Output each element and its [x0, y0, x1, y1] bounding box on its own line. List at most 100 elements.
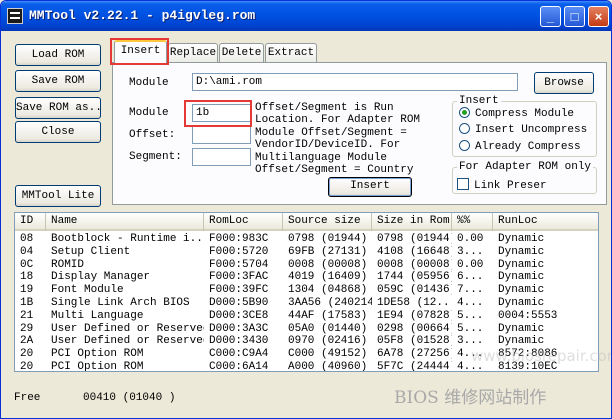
table-cell: Multi Language — [51, 309, 144, 322]
table-cell: 6A78 (27256) — [377, 348, 452, 361]
link-preser-checkbox[interactable]: Link Preser — [457, 178, 547, 192]
table-cell: 1DE58 (12... — [377, 296, 452, 309]
load-rom-button[interactable]: Load ROM — [15, 44, 101, 66]
table-cell: 44AF (17583) — [288, 309, 368, 322]
table-cell: D000:5B90 — [209, 296, 269, 309]
table-cell: C000 (49152) — [288, 348, 368, 361]
table-cell: Dynamic — [498, 296, 545, 309]
table-cell: 5... — [457, 309, 484, 322]
table-cell: 5F7C (24444) — [377, 360, 452, 372]
column-header-runloc[interactable]: RunLoc — [493, 213, 598, 231]
column-header-romloc[interactable]: RomLoc — [204, 213, 283, 231]
mmtool-lite-button[interactable]: MMTool Lite — [15, 185, 101, 207]
column-header-name[interactable]: Name — [46, 213, 204, 231]
table-row[interactable]: 19 Font Module F000:39FC 1304 (04868) 059C (… — [15, 284, 598, 297]
table-row[interactable]: 04 Setup Client F000:5720 69FB (27131) 4108 … — [15, 246, 598, 259]
table-cell: 05A0 (01440) — [288, 322, 368, 335]
table-cell: 1744 (05956) — [377, 271, 452, 284]
module-label: Module — [129, 107, 169, 119]
browse-button[interactable]: Browse — [534, 72, 594, 94]
offset-input[interactable] — [192, 126, 251, 144]
radio-compress-module[interactable]: Compress Module — [459, 107, 574, 121]
maximize-button[interactable]: □ — [564, 6, 585, 27]
table-cell: 0004:5553 — [498, 309, 558, 322]
close-rom-button[interactable]: Close — [15, 121, 101, 143]
table-cell: 0970 (02416) — [288, 335, 368, 348]
table-cell: Dynamic — [498, 258, 545, 271]
table-row[interactable]: 29 User Defined or Reserved D000:3A3C 05A0 … — [15, 323, 598, 336]
table-cell: 0008 (00008) — [377, 258, 452, 271]
radio-icon — [459, 123, 470, 134]
table-cell: 21 — [20, 309, 34, 322]
table-cell: Dynamic — [498, 322, 545, 335]
insert-mode-group-title: Insert — [457, 95, 501, 107]
table-cell: Dynamic — [498, 271, 545, 284]
minimize-button[interactable]: _ — [540, 6, 561, 27]
tab-extract[interactable]: Extract — [265, 43, 317, 63]
column-header-percent[interactable]: %% — [452, 213, 493, 231]
table-row[interactable]: 1B Single Link Arch BIOS D000:5B90 3AA56 (2… — [15, 297, 598, 310]
table-row[interactable]: 21 Multi Language D000:3CE8 44AF (17583) 1E9… — [15, 310, 598, 323]
adapter-rom-group-title: For Adapter ROM only — [457, 161, 594, 173]
table-cell: 4019 (16409) — [288, 271, 368, 284]
table-cell: User Defined or Reserved — [51, 335, 204, 348]
app-icon — [7, 8, 23, 24]
table-row[interactable]: 0C ROMID F000:5704 0008 (00008) 0008 (00008)… — [15, 259, 598, 272]
table-row[interactable]: 08 Bootblock - Runtime i... F000:983C 0798 … — [15, 233, 598, 246]
table-cell: 05F8 (01528) — [377, 335, 452, 348]
table-cell: Dynamic — [498, 233, 545, 245]
table-cell: C000:C9A4 — [209, 348, 269, 361]
table-cell: 04 — [20, 245, 34, 258]
checkbox-icon — [457, 178, 469, 190]
table-cell: 1304 (04868) — [288, 284, 368, 297]
table-cell: Dynamic — [498, 284, 545, 297]
table-cell: 1B — [20, 296, 34, 309]
table-cell: F000:983C — [209, 233, 269, 245]
table-cell: 0798 (01944) — [288, 233, 368, 245]
table-cell: F000:5720 — [209, 245, 269, 258]
table-row[interactable]: 18 Display Manager F000:3FAC 4019 (16409) 17… — [15, 271, 598, 284]
free-label: Free — [14, 392, 41, 404]
table-cell: 0C — [20, 258, 34, 271]
table-cell: 1E94 (07828) — [377, 309, 452, 322]
table-cell: D000:3A3C — [209, 322, 269, 335]
radio-selected-icon — [459, 107, 470, 118]
save-rom-as-button[interactable]: Save ROM as.. — [15, 97, 102, 119]
table-cell: F000:39FC — [209, 284, 269, 297]
tab-insert[interactable]: Insert — [114, 40, 167, 63]
segment-label: Segment: — [129, 151, 182, 163]
table-cell: 3... — [457, 245, 484, 258]
column-header-id[interactable]: ID — [15, 213, 46, 231]
radio-insert-uncompress[interactable]: Insert Uncompress — [459, 123, 587, 137]
module-id-input[interactable]: 1b — [192, 104, 251, 122]
table-cell: Display Manager — [51, 271, 151, 284]
module-file-input[interactable]: D:\ami.rom — [192, 73, 518, 91]
table-cell: F000:3FAC — [209, 271, 269, 284]
tab-replace[interactable]: Replace — [168, 43, 218, 63]
column-header-source-size[interactable]: Source size — [283, 213, 372, 231]
table-cell: 69FB (27131) — [288, 245, 368, 258]
column-header-size-in-rom[interactable]: Size in Rom — [372, 213, 452, 231]
module-list-header: ID Name RomLoc Source size Size in Rom %… — [15, 213, 598, 231]
table-cell: 19 — [20, 284, 34, 297]
tab-delete[interactable]: Delete — [219, 43, 264, 63]
table-cell: User Defined or Reserved — [51, 322, 204, 335]
watermark-text: BIOS 维修网站制作 — [394, 388, 547, 408]
table-cell: 0298 (00664) — [377, 322, 452, 335]
table-cell: 4108 (16648) — [377, 245, 452, 258]
table-cell: ROMID — [51, 258, 85, 271]
mmtool-window: MMTool v2.22.1 - p4igvleg.rom _ □ × Load… — [0, 0, 612, 419]
table-cell: 059C (01436) — [377, 284, 452, 297]
radio-already-compress[interactable]: Already Compress — [459, 140, 581, 154]
table-cell: Bootblock - Runtime i... — [51, 233, 204, 245]
close-window-button[interactable]: × — [588, 6, 609, 27]
table-cell: 18 — [20, 271, 34, 284]
table-cell: C000:6A14 — [209, 360, 269, 372]
table-cell: 7... — [457, 284, 484, 297]
insert-module-button[interactable]: Insert — [328, 177, 412, 197]
save-rom-button[interactable]: Save ROM — [15, 70, 101, 92]
table-cell: 3AA56 (240214) — [288, 296, 372, 309]
segment-input[interactable] — [192, 148, 251, 166]
free-value: 00410 (01040 ) — [83, 392, 176, 404]
title-bar[interactable]: MMTool v2.22.1 - p4igvleg.rom _ □ × — [1, 1, 611, 31]
